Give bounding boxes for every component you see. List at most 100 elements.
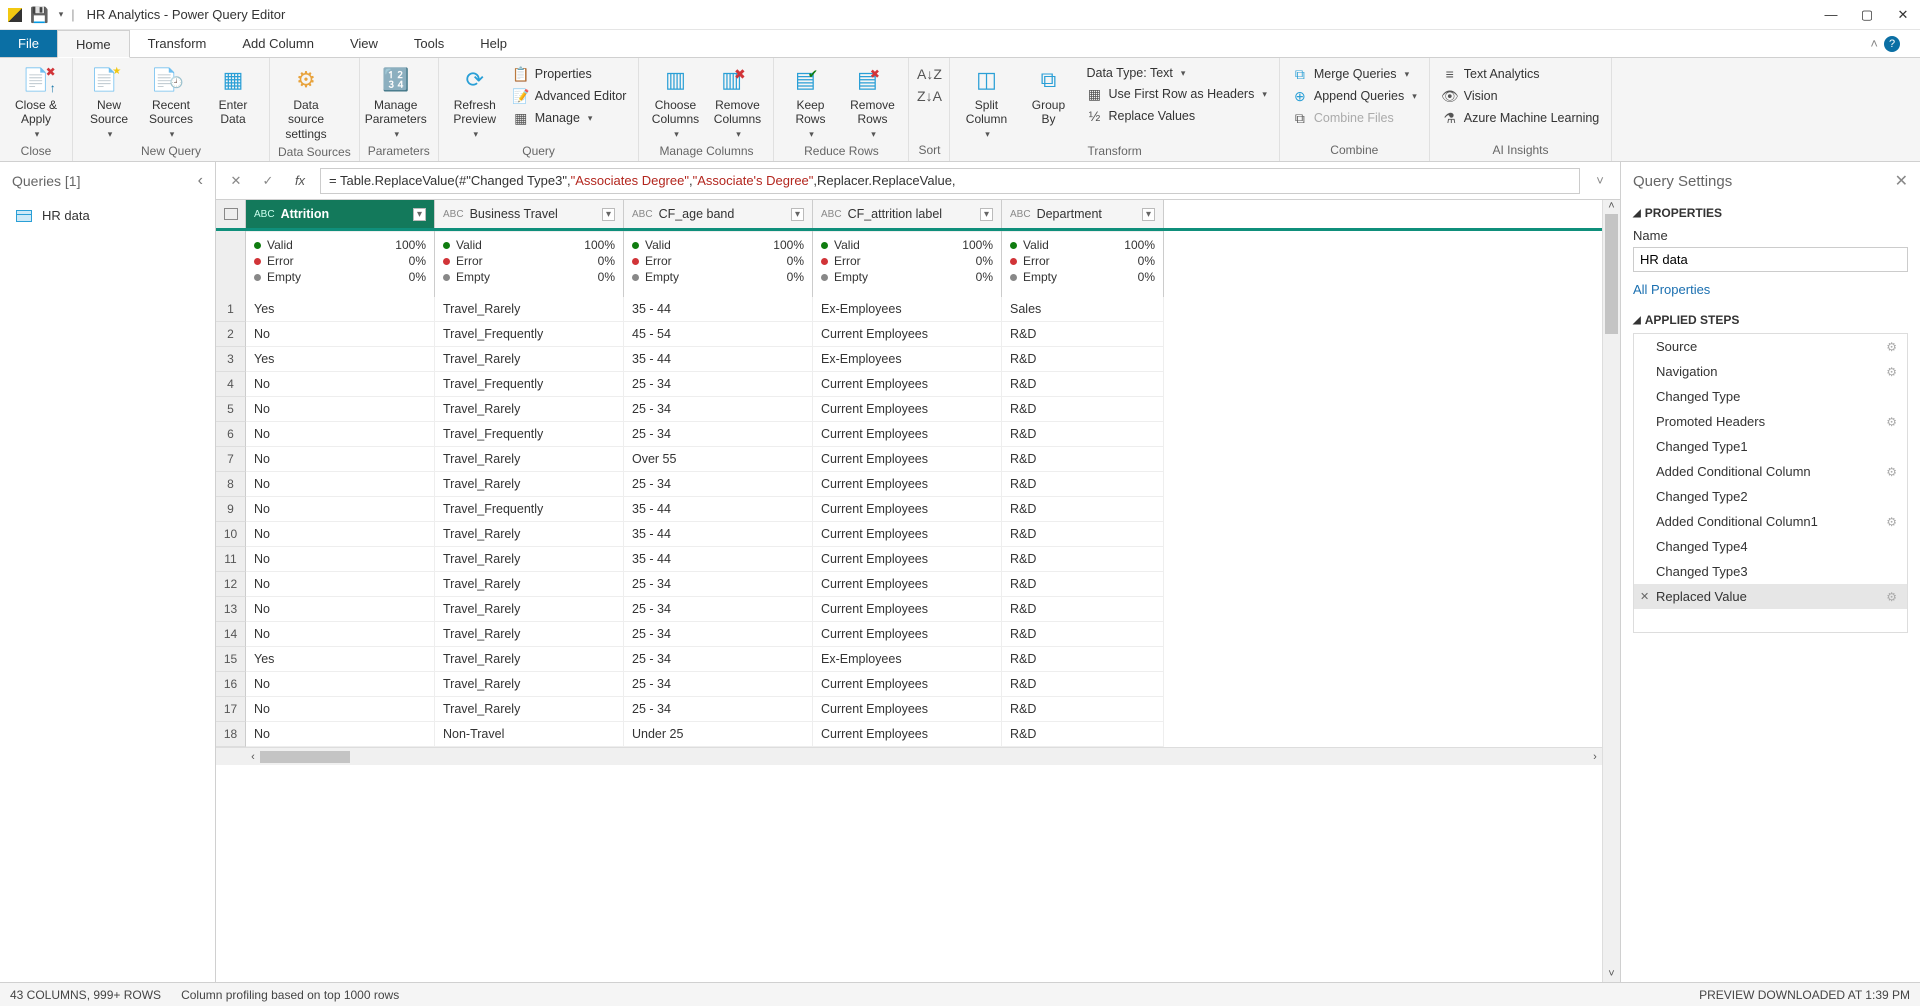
query-name-input[interactable] xyxy=(1633,247,1908,272)
gear-icon[interactable]: ⚙ xyxy=(1886,365,1897,379)
row-number[interactable]: 15 xyxy=(216,647,246,672)
column-header-cf-attrition-label[interactable]: ABCCF_attrition label▾ xyxy=(813,200,1001,228)
cell[interactable]: Travel_Rarely xyxy=(435,672,624,697)
column-header-business-travel[interactable]: ABCBusiness Travel▾ xyxy=(435,200,623,228)
cell[interactable]: No xyxy=(246,497,435,522)
cell[interactable]: 45 - 54 xyxy=(624,322,813,347)
cell[interactable]: R&D xyxy=(1002,597,1164,622)
minimize-button[interactable]: — xyxy=(1822,6,1840,24)
cell[interactable]: Current Employees xyxy=(813,372,1002,397)
vertical-scrollbar[interactable]: ˄ ˅ xyxy=(1602,200,1620,982)
cell[interactable]: Non-Travel xyxy=(435,722,624,747)
tab-help[interactable]: Help xyxy=(462,30,525,57)
formula-input[interactable]: = Table.ReplaceValue(#"Changed Type3","A… xyxy=(320,168,1580,194)
cell[interactable]: Over 55 xyxy=(624,447,813,472)
filter-icon[interactable]: ▾ xyxy=(1142,208,1155,221)
cell[interactable]: No xyxy=(246,472,435,497)
table-row[interactable]: 5NoTravel_Rarely25 - 34Current Employees… xyxy=(216,397,1602,422)
cell[interactable]: R&D xyxy=(1002,472,1164,497)
table-row[interactable]: 11NoTravel_Rarely35 - 44Current Employee… xyxy=(216,547,1602,572)
cell[interactable]: 25 - 34 xyxy=(624,572,813,597)
gear-icon[interactable]: ⚙ xyxy=(1886,340,1897,354)
table-row[interactable]: 1YesTravel_Rarely35 - 44Ex-EmployeesSale… xyxy=(216,297,1602,322)
cell[interactable]: Current Employees xyxy=(813,697,1002,722)
cell[interactable]: Sales xyxy=(1002,297,1164,322)
row-number[interactable]: 12 xyxy=(216,572,246,597)
all-properties-link[interactable]: All Properties xyxy=(1633,282,1908,297)
row-number[interactable]: 11 xyxy=(216,547,246,572)
column-header-department[interactable]: ABCDepartment▾ xyxy=(1002,200,1163,228)
cell[interactable]: Current Employees xyxy=(813,672,1002,697)
table-row[interactable]: 13NoTravel_Rarely25 - 34Current Employee… xyxy=(216,597,1602,622)
cell[interactable]: Current Employees xyxy=(813,547,1002,572)
cell[interactable]: No xyxy=(246,422,435,447)
remove-rows-button[interactable]: ▤✖RemoveRows▾ xyxy=(844,62,900,142)
close-window-button[interactable]: ✕ xyxy=(1894,6,1912,24)
cell[interactable]: 35 - 44 xyxy=(624,497,813,522)
column-header-cf-age-band[interactable]: ABCCF_age band▾ xyxy=(624,200,812,228)
help-icon[interactable]: ? xyxy=(1884,36,1900,52)
applied-step[interactable]: Source⚙ xyxy=(1634,334,1907,359)
cell[interactable]: R&D xyxy=(1002,447,1164,472)
applied-step[interactable]: Changed Type4 xyxy=(1634,534,1907,559)
save-icon[interactable]: 💾 xyxy=(30,6,49,24)
cell[interactable]: Travel_Rarely xyxy=(435,597,624,622)
row-number[interactable]: 13 xyxy=(216,597,246,622)
cell[interactable]: Under 25 xyxy=(624,722,813,747)
cell[interactable]: R&D xyxy=(1002,547,1164,572)
cell[interactable]: Travel_Rarely xyxy=(435,472,624,497)
cell[interactable]: Travel_Rarely xyxy=(435,547,624,572)
applied-step[interactable]: Promoted Headers⚙ xyxy=(1634,409,1907,434)
expand-formula-button[interactable]: ˅ xyxy=(1588,173,1612,188)
applied-step[interactable]: Added Conditional Column1⚙ xyxy=(1634,509,1907,534)
tab-transform[interactable]: Transform xyxy=(130,30,225,57)
row-number[interactable]: 4 xyxy=(216,372,246,397)
tab-file[interactable]: File xyxy=(0,30,57,57)
cell[interactable]: R&D xyxy=(1002,722,1164,747)
qat-dropdown[interactable]: ▾ xyxy=(59,9,64,20)
refresh-preview-button[interactable]: ⟳RefreshPreview▾ xyxy=(447,62,503,142)
cell[interactable]: Current Employees xyxy=(813,522,1002,547)
row-number[interactable]: 1 xyxy=(216,297,246,322)
cell[interactable]: No xyxy=(246,547,435,572)
cell[interactable]: Yes xyxy=(246,647,435,672)
tab-home[interactable]: Home xyxy=(57,30,130,58)
applied-step[interactable]: Replaced Value⚙ xyxy=(1634,584,1907,609)
collapse-queries-icon[interactable]: ‹ xyxy=(198,172,203,190)
table-row[interactable]: 12NoTravel_Rarely25 - 34Current Employee… xyxy=(216,572,1602,597)
gear-icon[interactable]: ⚙ xyxy=(1886,515,1897,529)
tab-view[interactable]: View xyxy=(332,30,396,57)
cell[interactable]: 25 - 34 xyxy=(624,397,813,422)
cell[interactable]: R&D xyxy=(1002,697,1164,722)
row-number[interactable]: 8 xyxy=(216,472,246,497)
table-row[interactable]: 2NoTravel_Frequently45 - 54Current Emplo… xyxy=(216,322,1602,347)
group-by-button[interactable]: ⧉GroupBy xyxy=(1020,62,1076,129)
cell[interactable]: No xyxy=(246,722,435,747)
cell[interactable]: Travel_Frequently xyxy=(435,497,624,522)
cell[interactable]: 25 - 34 xyxy=(624,372,813,397)
cell[interactable]: Current Employees xyxy=(813,472,1002,497)
data-source-settings-button[interactable]: ⚙Data sourcesettings xyxy=(278,62,334,143)
row-number[interactable]: 3 xyxy=(216,347,246,372)
table-row[interactable]: 6NoTravel_Frequently25 - 34Current Emplo… xyxy=(216,422,1602,447)
enter-data-button[interactable]: ▦EnterData xyxy=(205,62,261,129)
cell[interactable]: 35 - 44 xyxy=(624,522,813,547)
cell[interactable]: Travel_Rarely xyxy=(435,647,624,672)
cell[interactable]: Current Employees xyxy=(813,572,1002,597)
cell[interactable]: R&D xyxy=(1002,372,1164,397)
vision-button[interactable]: 👁Vision xyxy=(1438,86,1604,106)
cell[interactable]: Current Employees xyxy=(813,397,1002,422)
row-number[interactable]: 16 xyxy=(216,672,246,697)
table-row[interactable]: 7NoTravel_RarelyOver 55Current Employees… xyxy=(216,447,1602,472)
select-all-corner[interactable] xyxy=(216,200,246,228)
maximize-button[interactable]: ▢ xyxy=(1858,6,1876,24)
table-row[interactable]: 18NoNon-TravelUnder 25Current EmployeesR… xyxy=(216,722,1602,747)
cell[interactable]: 25 - 34 xyxy=(624,647,813,672)
cell[interactable]: No xyxy=(246,372,435,397)
table-row[interactable]: 10NoTravel_Rarely35 - 44Current Employee… xyxy=(216,522,1602,547)
scroll-left-icon[interactable]: ‹ xyxy=(246,751,260,763)
cell[interactable]: Current Employees xyxy=(813,722,1002,747)
cell[interactable]: R&D xyxy=(1002,672,1164,697)
combine-files-button[interactable]: ⧉Combine Files xyxy=(1288,108,1421,128)
cell[interactable]: No xyxy=(246,697,435,722)
